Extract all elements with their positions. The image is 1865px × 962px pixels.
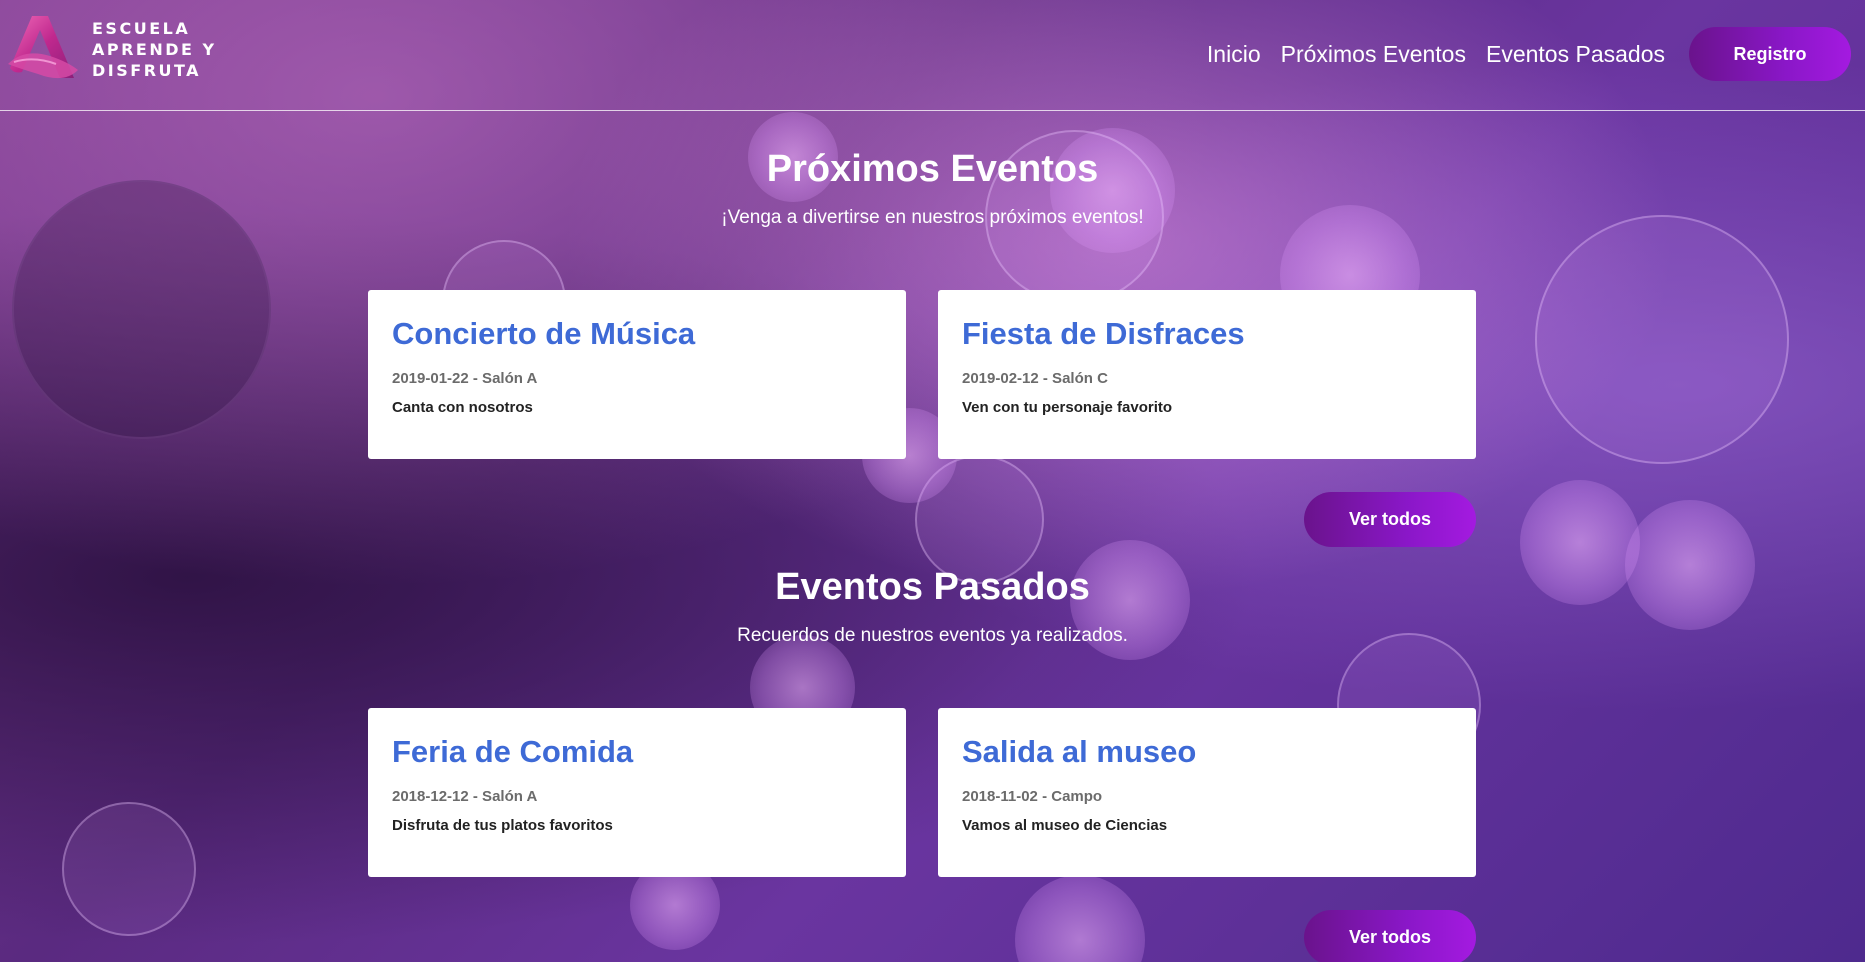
bokeh-light [915, 455, 1044, 584]
site-header: ESCUELA APRENDE Y DISFRUTA Inicio Próxim… [0, 0, 1865, 111]
event-card[interactable]: Fiesta de Disfraces 2019-02-12 - Salón C… [938, 290, 1476, 459]
past-subtitle: Recuerdos de nuestros eventos ya realiza… [737, 625, 1128, 646]
main-nav: Inicio Próximos Eventos Eventos Pasados … [1207, 27, 1851, 81]
event-description: Vamos al museo de Ciencias [962, 817, 1168, 834]
school-logo[interactable]: ESCUELA APRENDE Y DISFRUTA [4, 12, 214, 82]
bokeh-light [1015, 875, 1145, 962]
logo-text: ESCUELA APRENDE Y DISFRUTA [92, 18, 217, 81]
event-description: Ven con tu personaje favorito [962, 399, 1173, 416]
upcoming-title: Próximos Eventos [766, 148, 1099, 190]
event-card[interactable]: Concierto de Música 2019-01-22 - Salón A… [368, 290, 906, 459]
logo-line: DISFRUTA [92, 61, 202, 80]
logo-line: APRENDE Y [92, 40, 217, 59]
view-all-upcoming-button[interactable]: Ver todos [1304, 492, 1476, 547]
nav-link-proximos-eventos[interactable]: Próximos Eventos [1281, 41, 1466, 68]
bokeh-light [1535, 215, 1789, 464]
event-title: Salida al museo [962, 734, 1197, 769]
nav-link-eventos-pasados[interactable]: Eventos Pasados [1486, 41, 1665, 68]
event-title: Feria de Comida [392, 734, 634, 769]
logo-line: ESCUELA [92, 19, 191, 38]
event-meta: 2018-11-02 - Campo [962, 788, 1103, 805]
event-description: Disfruta de tus platos favoritos [392, 817, 613, 834]
event-meta: 2018-12-12 - Salón A [392, 788, 538, 805]
logo-mark-icon [8, 16, 78, 79]
register-button[interactable]: Registro [1689, 27, 1851, 81]
event-title: Fiesta de Disfraces [962, 316, 1245, 351]
event-title: Concierto de Música [392, 316, 696, 351]
event-description: Canta con nosotros [392, 399, 533, 416]
nav-link-inicio[interactable]: Inicio [1207, 41, 1261, 68]
event-card[interactable]: Feria de Comida 2018-12-12 - Salón A Dis… [368, 708, 906, 877]
upcoming-subtitle: ¡Venga a divertirse en nuestros próximos… [721, 207, 1144, 228]
bokeh-light [1625, 500, 1755, 630]
event-card[interactable]: Salida al museo 2018-11-02 - Campo Vamos… [938, 708, 1476, 877]
event-meta: 2019-01-22 - Salón A [392, 370, 538, 387]
past-title: Eventos Pasados [775, 566, 1090, 608]
bokeh-light [62, 802, 196, 936]
view-all-past-button[interactable]: Ver todos [1304, 910, 1476, 962]
page: ESCUELA APRENDE Y DISFRUTA Inicio Próxim… [0, 0, 1865, 962]
event-meta: 2019-02-12 - Salón C [962, 370, 1108, 387]
